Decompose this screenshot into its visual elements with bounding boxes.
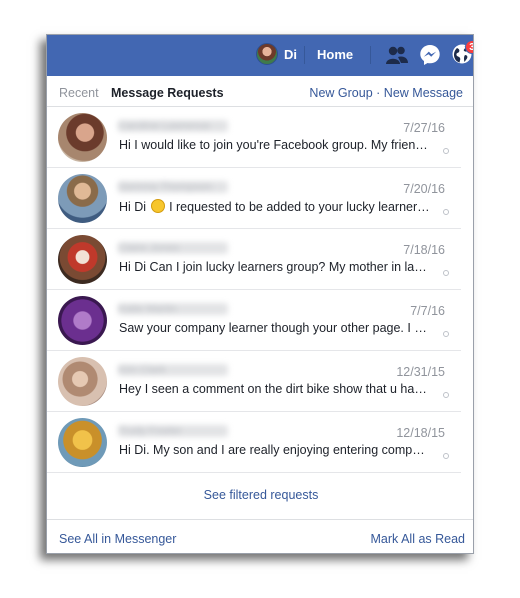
- notification-count-badge: 3: [465, 40, 473, 54]
- message-date: 7/18/16: [403, 243, 445, 257]
- message-snippet: Hi Di. My son and I are really enjoying …: [119, 443, 431, 457]
- mark-read-toggle[interactable]: [443, 392, 449, 398]
- mark-read-toggle[interactable]: [443, 209, 449, 215]
- message-date: 7/20/16: [403, 182, 445, 196]
- message-requests-dropdown: Di Home 3: [46, 34, 474, 554]
- dropdown-header: Recent Message Requests New Group · New …: [47, 76, 473, 107]
- nav-divider: [370, 46, 371, 64]
- message-date: 12/31/15: [396, 365, 445, 379]
- sender-name: Caroline Lawrence: [118, 120, 228, 132]
- list-item[interactable]: Claire Jones 7/18/16 Hi Di Can I join lu…: [47, 229, 461, 290]
- mark-read-toggle[interactable]: [443, 270, 449, 276]
- user-avatar[interactable]: [256, 43, 278, 65]
- snippet-text: I requested to be added to your lucky le…: [169, 200, 431, 214]
- request-list: Caroline Lawrence 7/27/16 Hi I would lik…: [47, 107, 473, 473]
- sender-name: Katie Martin: [118, 303, 228, 315]
- nav-divider: [304, 46, 305, 64]
- message-snippet: Hey I seen a comment on the dirt bike sh…: [119, 382, 431, 396]
- avatar: [58, 235, 107, 284]
- see-filtered-requests-link[interactable]: See filtered requests: [204, 488, 319, 502]
- friend-requests-icon[interactable]: [385, 45, 409, 70]
- avatar: [58, 296, 107, 345]
- snippet-text: Hi Di: [119, 200, 147, 214]
- avatar: [58, 174, 107, 223]
- message-snippet: Saw your company learner though your oth…: [119, 321, 431, 335]
- mark-read-toggle[interactable]: [443, 453, 449, 459]
- list-item[interactable]: Katie Martin 7/7/16 Saw your company lea…: [47, 290, 461, 351]
- tab-recent[interactable]: Recent: [59, 86, 99, 100]
- sender-name: Gemma Thompson: [118, 181, 228, 193]
- avatar: [58, 113, 107, 162]
- tab-message-requests[interactable]: Message Requests: [111, 86, 224, 100]
- see-all-in-messenger-link[interactable]: See All in Messenger: [59, 532, 176, 546]
- message-date: 7/27/16: [403, 121, 445, 135]
- new-message-link[interactable]: New Message: [384, 86, 463, 100]
- link-separator: ·: [376, 86, 381, 100]
- message-date: 7/7/16: [410, 304, 445, 318]
- mark-all-as-read-link[interactable]: Mark All as Read: [371, 532, 465, 546]
- dropdown-footer: See All in Messenger Mark All as Read: [47, 519, 473, 553]
- sender-name: Claire Jones: [118, 242, 228, 254]
- filtered-requests-section: See filtered requests: [47, 473, 473, 517]
- message-snippet: Hi I would like to join you're Facebook …: [119, 138, 431, 152]
- new-group-link[interactable]: New Group: [309, 86, 372, 100]
- list-item[interactable]: Gemma Thompson 7/20/16 Hi Di I requested…: [47, 168, 461, 229]
- top-navigation-bar: Di Home 3: [47, 35, 473, 76]
- header-actions: New Group · New Message: [309, 86, 463, 100]
- message-snippet: Hi Di Can I join lucky learners group? M…: [119, 260, 431, 274]
- sender-name: Trudy Fowler: [118, 425, 228, 437]
- list-item[interactable]: Trudy Fowler 12/18/15 Hi Di. My son and …: [47, 412, 461, 473]
- list-item[interactable]: Caroline Lawrence 7/27/16 Hi I would lik…: [47, 107, 461, 168]
- message-snippet: Hi Di I requested to be added to your lu…: [119, 199, 431, 214]
- mark-read-toggle[interactable]: [443, 331, 449, 337]
- home-link[interactable]: Home: [317, 47, 353, 62]
- list-item[interactable]: Kim Clark 12/31/15 Hey I seen a comment …: [47, 351, 461, 412]
- mark-read-toggle[interactable]: [443, 148, 449, 154]
- avatar: [58, 357, 107, 406]
- messenger-icon[interactable]: [418, 43, 442, 72]
- avatar: [58, 418, 107, 467]
- smiley-emoji-icon: [150, 199, 165, 213]
- message-date: 12/18/15: [396, 426, 445, 440]
- sender-name: Kim Clark: [118, 364, 228, 376]
- user-name-link[interactable]: Di: [284, 47, 297, 62]
